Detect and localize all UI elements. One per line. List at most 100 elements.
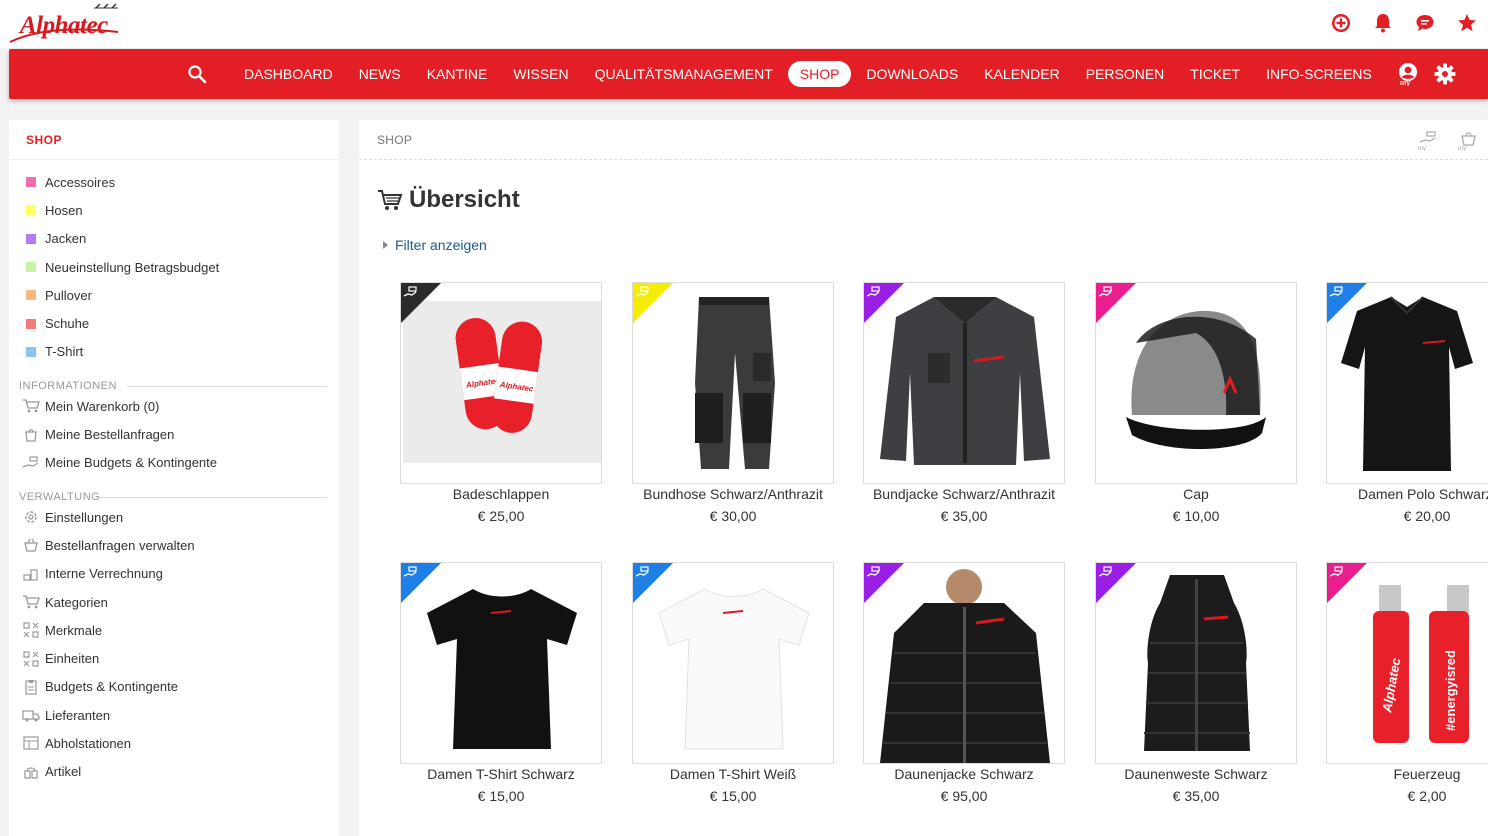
product-name[interactable]: Bundjacke Schwarz/Anthrazit — [843, 486, 1085, 502]
category-label: Jacken — [45, 231, 87, 247]
product-name[interactable]: Daunenweste Schwarz — [1075, 766, 1317, 782]
star-icon[interactable] — [1456, 12, 1478, 34]
product-image[interactable] — [1095, 562, 1297, 764]
product-card[interactable]: Damen T-Shirt Schwarz € 15,00 — [400, 562, 602, 804]
nav-wissen[interactable]: WISSEN — [500, 61, 581, 87]
link-lieferanten[interactable]: Lieferanten — [9, 701, 339, 729]
filter-toggle[interactable]: Filter anzeigen — [383, 237, 487, 253]
company-logo[interactable]: Alphatec — [8, 2, 123, 48]
product-card[interactable]: Damen T-Shirt Weiß € 15,00 — [632, 562, 834, 804]
product-price: € 30,00 — [709, 508, 757, 524]
link-artikel[interactable]: Artikel — [9, 758, 339, 786]
product-name[interactable]: Damen T-Shirt Weiß — [612, 766, 854, 782]
product-card[interactable]: Cap € 10,00 — [1095, 282, 1297, 524]
link-bestellanfragen-verwalten[interactable]: Bestellanfragen verwalten — [9, 531, 339, 559]
product-image[interactable]: Alphatec #energyisred — [1326, 562, 1488, 764]
link-interne-verrechnung[interactable]: Interne Verrechnung — [9, 560, 339, 588]
link-budgets-kontingente[interactable]: Budgets & Kontingente — [9, 673, 339, 701]
link-kategorien[interactable]: Kategorien — [9, 588, 339, 616]
category-label: Neueinstellung Betragsbudget — [45, 259, 220, 275]
product-image[interactable] — [632, 562, 834, 764]
product-price: € 20,00 — [1403, 508, 1451, 524]
category-neueinstellung-betragsbudget[interactable]: Neueinstellung Betragsbudget — [9, 253, 339, 281]
category-color-swatch — [26, 346, 36, 357]
product-card[interactable]: Bundhose Schwarz/Anthrazit € 30,00 — [632, 282, 834, 524]
category-color-swatch — [26, 177, 36, 188]
nav-kalender[interactable]: KALENDER — [971, 61, 1072, 87]
link-label: Einstellungen — [45, 509, 124, 525]
nav-shop[interactable]: SHOP — [787, 61, 852, 87]
nav-downloads[interactable]: DOWNLOADS — [853, 61, 971, 87]
product-image[interactable] — [1326, 282, 1488, 484]
section-label: INFORMATIONEN — [19, 380, 117, 393]
category-pullover[interactable]: Pullover — [9, 281, 339, 309]
product-image[interactable] — [632, 282, 834, 484]
budget-hand-icon — [1329, 566, 1343, 577]
section-divider — [99, 496, 327, 498]
category-color-swatch — [26, 318, 36, 329]
link-meine-budgets-kontingente[interactable]: Meine Budgets & Kontingente — [9, 449, 339, 477]
expand-arrow-icon — [383, 241, 388, 249]
link-label: Einheiten — [45, 651, 100, 667]
nav-dashboard[interactable]: DASHBOARD — [231, 61, 346, 87]
link-abholstationen[interactable]: Abholstationen — [9, 729, 339, 757]
link-meine-bestellanfragen[interactable]: Meine Bestellanfragen — [9, 420, 339, 448]
nav-kantine[interactable]: KANTINE — [414, 61, 501, 87]
link-label: Kategorien — [45, 594, 108, 610]
product-card[interactable]: Bundjacke Schwarz/Anthrazit € 35,00 — [863, 282, 1065, 524]
my-budget-icon[interactable]: my — [1418, 129, 1438, 152]
nav-qualitaetsmanagement[interactable]: QUALITÄTSMANAGEMENT — [582, 61, 786, 87]
budget-hand-icon — [403, 286, 417, 297]
category-color-swatch — [26, 205, 36, 216]
product-card[interactable]: Alphatec Alphatec Badeschlappen € 25,00 — [400, 282, 602, 524]
link-einstellungen[interactable]: Einstellungen — [9, 503, 339, 531]
product-card[interactable]: Daunenweste Schwarz € 35,00 — [1095, 562, 1297, 804]
product-image[interactable] — [400, 562, 602, 764]
my-profile-icon[interactable]: my — [1397, 62, 1421, 86]
category-jacken[interactable]: Jacken — [9, 225, 339, 253]
category-hosen[interactable]: Hosen — [9, 196, 339, 224]
category-t-shirt[interactable]: T-Shirt — [9, 338, 339, 366]
nav-news[interactable]: NEWS — [346, 61, 414, 87]
link-merkmale[interactable]: Merkmale — [9, 616, 339, 644]
search-icon[interactable] — [187, 63, 209, 85]
product-image[interactable] — [863, 562, 1065, 764]
section-divider — [127, 386, 327, 388]
filter-label: Filter anzeigen — [395, 237, 487, 253]
product-image[interactable] — [1095, 282, 1297, 484]
product-price: € 25,00 — [477, 508, 525, 524]
bell-icon[interactable] — [1372, 12, 1394, 34]
category-accessoires[interactable]: Accessoires — [9, 168, 339, 196]
breadcrumb[interactable]: SHOP — [377, 133, 412, 147]
nav-ticket[interactable]: TICKET — [1177, 61, 1253, 87]
product-image[interactable]: Alphatec Alphatec — [400, 282, 602, 484]
product-image[interactable] — [863, 282, 1065, 484]
product-name[interactable]: Damen Polo Schwarz — [1326, 486, 1488, 502]
link-einheiten[interactable]: Einheiten — [9, 644, 339, 672]
product-name[interactable]: Cap — [1075, 486, 1317, 502]
link-label: Budgets & Kontingente — [45, 679, 178, 695]
settings-gear-icon[interactable] — [1433, 62, 1457, 86]
chat-icon[interactable] — [1414, 12, 1436, 34]
product-name[interactable]: Daunenjacke Schwarz — [843, 766, 1085, 782]
my-orders-basket-icon[interactable]: my — [1458, 129, 1478, 152]
link-mein-warenkorb[interactable]: Mein Warenkorb (0) — [9, 392, 339, 420]
product-card[interactable]: Damen Polo Schwarz € 20,00 — [1326, 282, 1488, 524]
link-label: Artikel — [45, 764, 82, 780]
product-card[interactable]: Daunenjacke Schwarz € 95,00 — [863, 562, 1065, 804]
link-label: Bestellanfragen verwalten — [45, 537, 195, 553]
product-card[interactable]: Alphatec #energyisred Feuerzeug € 2,00 — [1326, 562, 1488, 804]
nav-info-screens[interactable]: INFO-SCREENS — [1253, 61, 1385, 87]
budget-hand-icon — [1329, 286, 1343, 297]
product-name[interactable]: Damen T-Shirt Schwarz — [380, 766, 622, 782]
category-label: Pullover — [45, 287, 92, 303]
category-schuhe[interactable]: Schuhe — [9, 309, 339, 337]
product-name[interactable]: Feuerzeug — [1306, 766, 1488, 782]
product-name[interactable]: Bundhose Schwarz/Anthrazit — [612, 486, 854, 502]
budget-hand-icon — [866, 566, 880, 577]
product-name[interactable]: Badeschlappen — [380, 486, 622, 502]
nav-personen[interactable]: PERSONEN — [1073, 61, 1178, 87]
budget-hand-icon — [635, 286, 649, 297]
link-label: Meine Bestellanfragen — [45, 427, 175, 443]
add-icon[interactable] — [1330, 12, 1352, 34]
